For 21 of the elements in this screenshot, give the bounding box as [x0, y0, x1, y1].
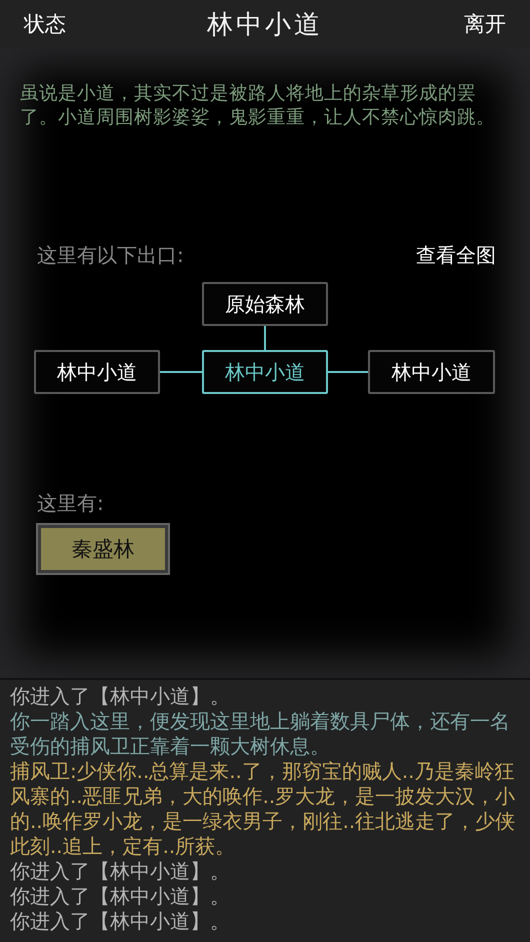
leave-button[interactable]: 离开	[464, 10, 506, 38]
connector-line	[160, 371, 202, 373]
connector-line	[264, 326, 266, 350]
location-title: 林中小道	[207, 8, 323, 42]
status-button[interactable]: 状态	[24, 10, 66, 38]
connector-line	[328, 371, 368, 373]
log-message: 捕风卫:少侠你..总算是来..了，那窃宝的贼人..乃是秦岭狂风寨的..恶匪兄弟，大的唤作..罗大龙，是一披发大汉，小的..唤作罗小龙，是一绿衣男子，刚往..往北逃走了，少侠此刻..追上，定有..所获。	[10, 759, 516, 859]
room-node[interactable]: 林中小道	[34, 350, 160, 394]
log-message: 你进入了【林中小道】。	[10, 909, 231, 934]
room-node[interactable]: 原始森林	[202, 282, 328, 326]
log-message: 你进入了【林中小道】。	[10, 884, 231, 909]
log-message: 你进入了【林中小道】。	[10, 859, 231, 884]
view-map-button[interactable]: 查看全图	[416, 242, 496, 269]
log-message: 你进入了【林中小道】。	[10, 684, 231, 709]
log-message: 你一踏入这里，便发现这里地上躺着数具尸体，还有一名受伤的捕风卫正靠着一颗大树休息。	[10, 709, 511, 759]
room-node[interactable]: 林中小道	[368, 350, 495, 394]
room-node[interactable]: 林中小道	[202, 350, 328, 394]
npc-button[interactable]: 秦盛林	[38, 525, 168, 573]
exits-label: 这里有以下出口:	[37, 242, 184, 269]
present-label: 这里有:	[36, 490, 105, 517]
location-description: 虽说是小道，其实不过是被路人将地上的杂草形成的罢了。小道周围树影婆娑，鬼影重重，让人不禁心惊肉跳。	[20, 82, 496, 130]
